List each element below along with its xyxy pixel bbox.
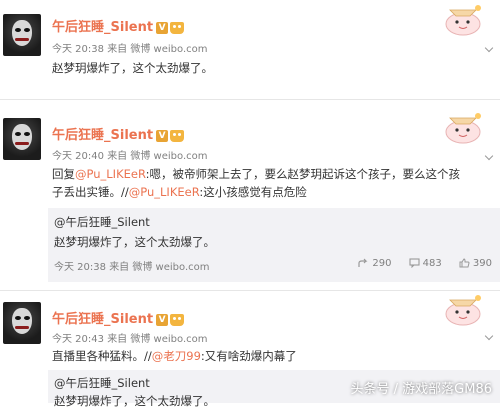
repost-text: 赵梦玥爆炸了，这个太劲爆了。	[54, 235, 215, 249]
source-link[interactable]: 微博 weibo.com	[130, 334, 207, 345]
share-icon	[358, 258, 368, 267]
chevron-down-icon[interactable]	[485, 44, 494, 53]
chevron-down-icon[interactable]	[485, 152, 494, 161]
like-count-button[interactable]: 390	[459, 258, 492, 269]
reply-text-line1: 回复@Pu_LIKEeR:嗯，被帝师架上去了，要么赵梦玥起诉这个孩子，要么这个孩	[52, 167, 460, 181]
vip-crown-icon	[170, 21, 185, 34]
repost-author[interactable]: @午后狂睡_Silent	[54, 214, 150, 230]
source-link[interactable]: 微博 weibo.com	[130, 44, 207, 55]
repost-card[interactable]: @午后狂睡_Silent 赵梦玥爆炸了，这个太劲爆了。 今天 20:38 来自 …	[48, 208, 500, 282]
user-avatar[interactable]	[3, 118, 41, 160]
mention-link[interactable]: @Pu_LIKEeR	[75, 167, 146, 181]
verified-badge-icon: V	[156, 21, 169, 34]
post-meta: 今天 20:40 来自 微博 weibo.com	[52, 151, 208, 162]
user-avatar[interactable]	[3, 302, 41, 344]
watermark: 头条号 / 游戏部落GM86	[350, 382, 492, 397]
post-text: 直播里各种猛料。//@老刀99:又有啥劲爆内幕了	[52, 349, 297, 363]
mention-link[interactable]: @Pu_LIKEeR	[129, 185, 200, 199]
repost-stats: 290 483 390	[344, 258, 492, 269]
cartoon-sticker-icon	[445, 113, 481, 144]
chevron-down-icon[interactable]	[485, 332, 494, 341]
mention-link[interactable]: @老刀99	[152, 349, 201, 363]
thumbs-up-icon	[459, 258, 470, 268]
author-name[interactable]: 午后狂睡_Silent V	[52, 308, 185, 327]
source-link[interactable]: 微博 weibo.com	[132, 262, 209, 273]
author-name[interactable]: 午后狂睡_Silent V	[52, 124, 185, 143]
repost-author[interactable]: @午后狂睡_Silent	[54, 375, 150, 391]
post-meta: 今天 20:43 来自 微博 weibo.com	[52, 334, 208, 345]
verified-badge-icon: V	[156, 313, 169, 326]
cartoon-sticker-icon	[445, 295, 481, 326]
weibo-post-1: 午后狂睡_Silent V 今天 20:38 来自 微博 weibo.com 赵梦…	[0, 0, 500, 86]
cartoon-sticker-icon	[445, 5, 481, 36]
comment-icon	[409, 258, 420, 269]
repost-meta: 今天 20:38 来自 微博 weibo.com	[54, 262, 210, 273]
author-name[interactable]: 午后狂睡_Silent V	[52, 16, 185, 35]
reply-text-line2: 子丢出实锤。//@Pu_LIKEeR:这小孩感觉有点危险	[52, 185, 307, 199]
source-link[interactable]: 微博 weibo.com	[130, 151, 207, 162]
comment-count-button[interactable]: 483	[409, 258, 442, 269]
vip-crown-icon	[170, 313, 185, 326]
repost-text: 赵梦玥爆炸了，这个太劲爆了。	[54, 394, 215, 408]
post-text: 赵梦玥爆炸了，这个太劲爆了。	[52, 61, 213, 75]
vip-crown-icon	[170, 129, 185, 142]
repost-count-button[interactable]: 290	[358, 258, 391, 269]
user-avatar[interactable]	[3, 14, 41, 56]
verified-badge-icon: V	[156, 129, 169, 142]
post-meta: 今天 20:38 来自 微博 weibo.com	[52, 44, 208, 55]
weibo-post-2: 午后狂睡_Silent V 今天 20:40 来自 微博 weibo.com 回复…	[0, 102, 500, 288]
